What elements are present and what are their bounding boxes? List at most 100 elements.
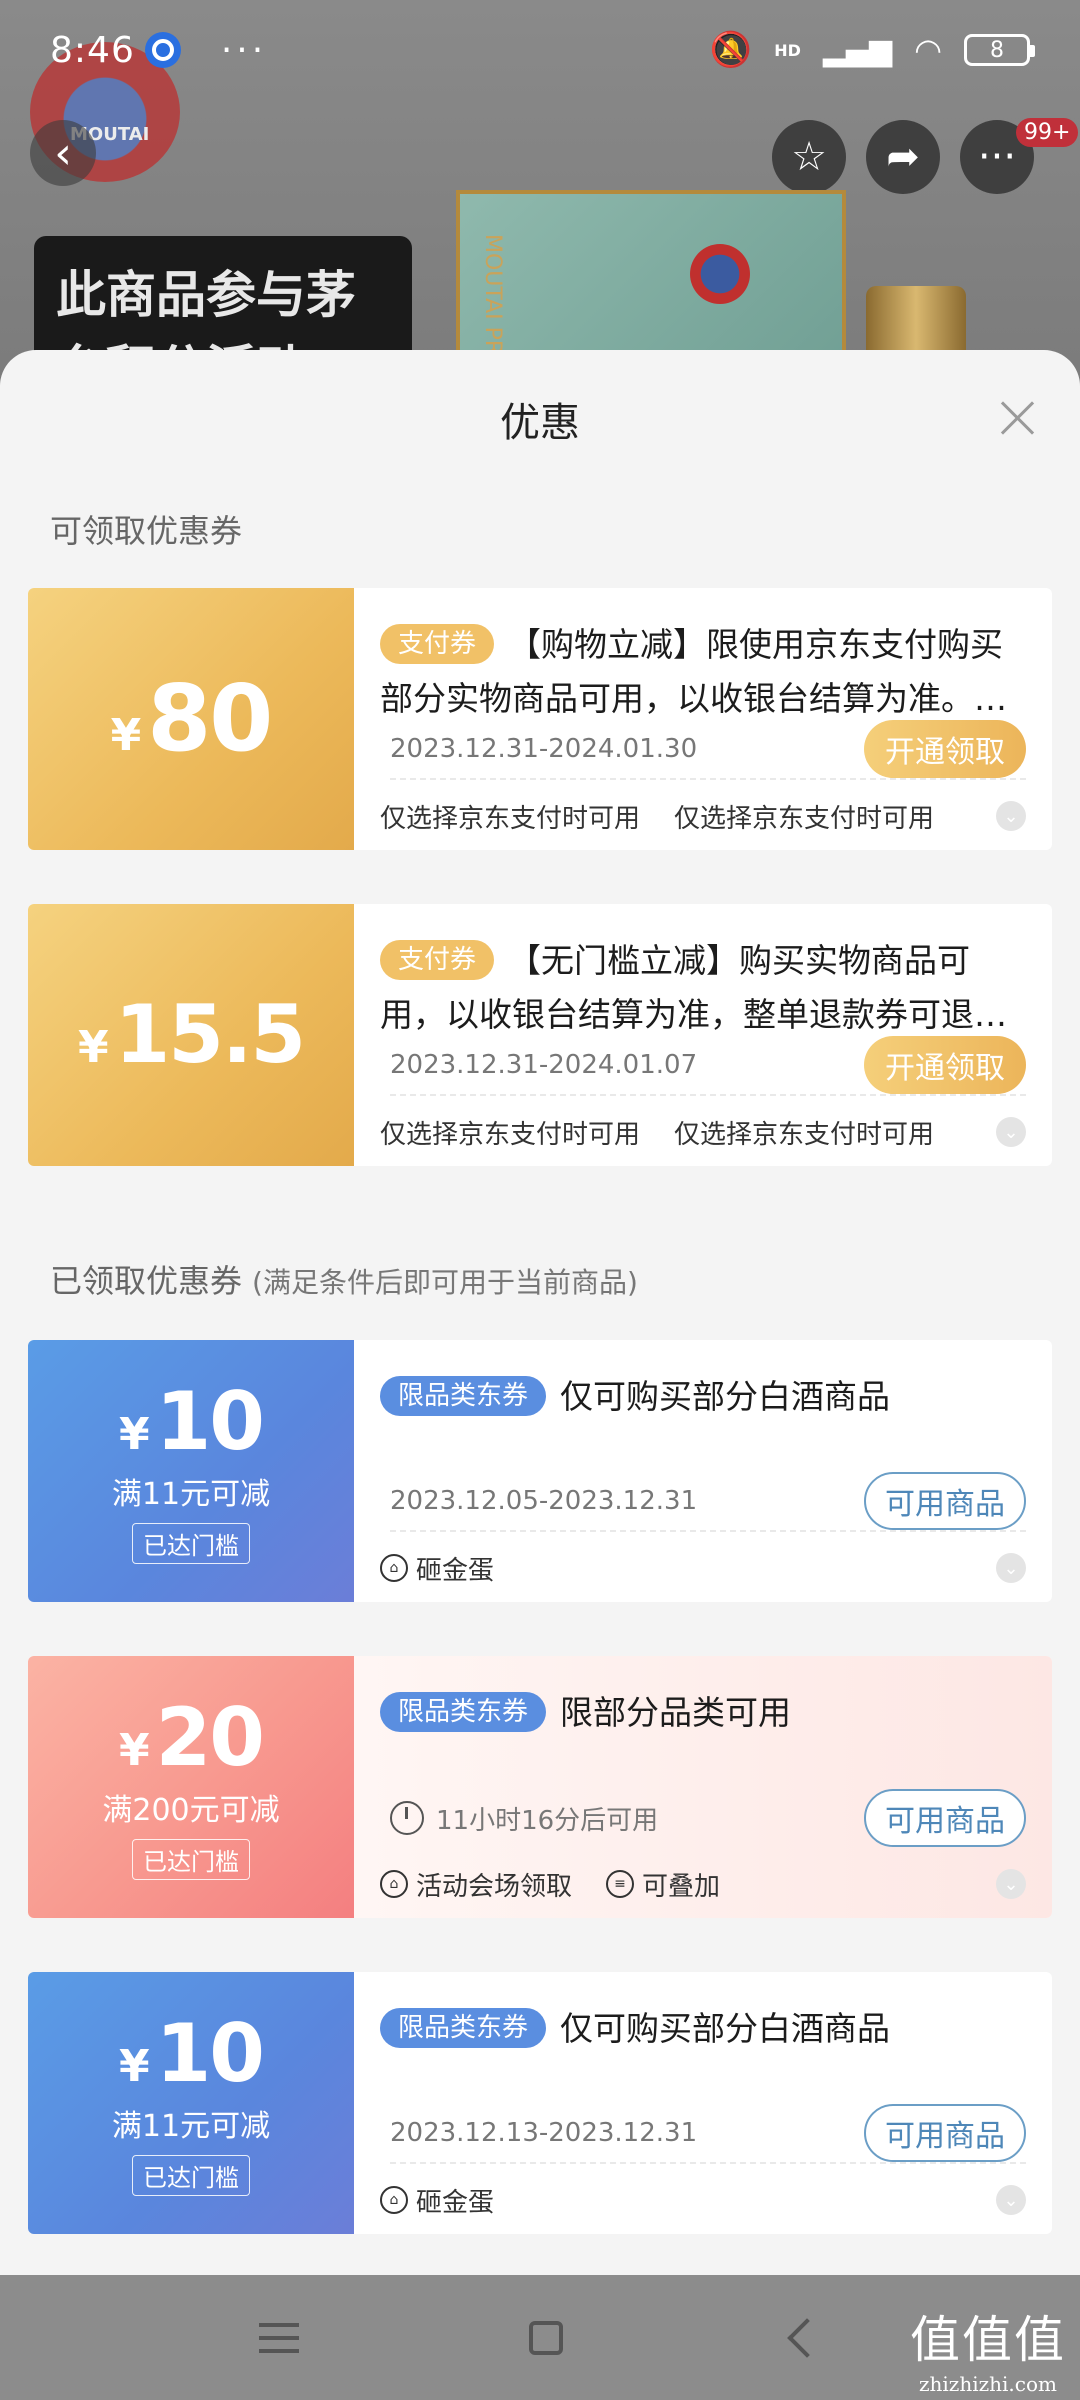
message-badge: 99+ [1016, 118, 1079, 147]
coupon-value-panel: ¥ 10 满11元可减 已达门槛 [28, 1972, 354, 2234]
coupon-description: 限品类东券 仅可购买部分白酒商品 [380, 2002, 1028, 2110]
countdown-text: 11小时16分后可用 [436, 1805, 659, 1836]
recent-apps-icon[interactable] [259, 2322, 299, 2353]
coupon-source-text: 砸金蛋 [416, 2187, 495, 2218]
coupon-footer: ⌂ 活动会场领取 ≡ 可叠加 ⌄ [380, 1864, 1026, 1904]
coupon-desc-text: 限部分品类可用 [560, 1693, 792, 1732]
coupon-amount: ¥ 10 [119, 1374, 265, 1468]
amount-value: 10 [155, 1374, 265, 1468]
amount-value: 20 [155, 1690, 265, 1784]
star-icon: ☆ [791, 134, 827, 180]
coupon-tag: 限品类东券 [380, 1376, 547, 1416]
coupon-date-row: 2023.12.13-2023.12.31 可用商品 [390, 2104, 1026, 2164]
coupon-condition-note: 仅选择京东支付时可用 [380, 1119, 641, 1150]
coupon-date: 2023.12.31-2024.01.07 [390, 1050, 698, 1080]
currency-symbol: ¥ [110, 710, 142, 761]
sheet-header: 优惠 [0, 350, 1080, 480]
chevron-down-icon[interactable]: ⌄ [996, 2185, 1026, 2215]
coupon-condition-note: 仅选择京东支付时可用 [674, 803, 935, 834]
coupon-amount: ¥ 80 [110, 669, 274, 769]
battery-level: 8 [990, 37, 1004, 63]
coupon-desc-text: 仅可购买部分白酒商品 [560, 1377, 891, 1416]
offers-sheet: 优惠 可领取优惠券 ¥ 80 支付券 【购物立减】限使用京东支付购买部分实物商品可… [0, 350, 1080, 2275]
bell-muted-icon: 🔕 [709, 30, 753, 70]
coupon-source: ⌂ 砸金蛋 [380, 2182, 494, 2219]
coupon-description: 支付券 【购物立减】限使用京东支付购买部分实物商品可用，以收银台结算为准。… [380, 618, 1028, 726]
chevron-left-icon: ‹ [54, 127, 72, 179]
coupon-detail: 限品类东券 仅可购买部分白酒商品 2023.12.13-2023.12.31 可用… [354, 1972, 1052, 2234]
coupon-description: 限品类东券 仅可购买部分白酒商品 [380, 1370, 1028, 1478]
coupon-condition-note: 仅选择京东支付时可用 [674, 1119, 935, 1150]
chevron-down-icon[interactable]: ⌄ [996, 801, 1026, 831]
coupon-amount: ¥ 10 [119, 2006, 265, 2100]
coupon-value-panel: ¥ 20 满200元可减 已达门槛 [28, 1656, 354, 1918]
coupon-detail: 限品类东券 限部分品类可用 11小时16分后可用 可用商品 ⌂ 活动会场领取 ≡ … [354, 1656, 1052, 1918]
amount-value: 10 [155, 2006, 265, 2100]
coupon-tag: 限品类东券 [380, 1692, 547, 1732]
product-emblem [690, 244, 750, 304]
coupon-source-icon: ⌂ [380, 1554, 408, 1582]
coupon-value-panel: ¥ 10 满11元可减 已达门槛 [28, 1340, 354, 1602]
coupon-source-text: 砸金蛋 [416, 1555, 495, 1586]
currency-symbol: ¥ [77, 1022, 109, 1073]
coupon-card: ¥ 10 满11元可减 已达门槛 限品类东券 仅可购买部分白酒商品 2023.12… [28, 1972, 1052, 2234]
share-icon: ➦ [886, 134, 920, 180]
coupon-source: ⌂ 活动会场领取 [380, 1866, 572, 1903]
signal-icon: ▂▄▆ [822, 32, 893, 68]
wifi-icon: ◠ [914, 31, 942, 69]
coupon-footer: ⌂ 砸金蛋 ⌄ [380, 1548, 1026, 1588]
coupon-card: ¥ 20 满200元可减 已达门槛 限品类东券 限部分品类可用 11小时16分后可… [28, 1656, 1052, 1918]
share-button[interactable]: ➦ [866, 120, 940, 194]
coupon-source-icon: ⌂ [380, 2186, 408, 2214]
claimed-section-note: (满足条件后即可用于当前商品) [252, 1266, 638, 1299]
sheet-title: 优惠 [500, 400, 580, 446]
coupon-date-row: 2023.12.31-2024.01.30 开通领取 [390, 720, 1026, 780]
status-bar: 8:46 ··· 🔕 HD ▂▄▆ ◠ 8 [0, 0, 1080, 100]
coupon-condition-note: 仅选择京东支付时可用 [380, 803, 641, 834]
applicable-products-button[interactable]: 可用商品 [864, 1789, 1026, 1847]
coupon-threshold: 满200元可减 [102, 1792, 280, 1828]
coupon-description: 支付券 【无门槛立减】购买实物商品可用，以收银台结算为准，整单退款券可退… [380, 934, 1028, 1042]
more-notifications-icon: ··· [220, 29, 268, 71]
coupon-card: ¥ 80 支付券 【购物立减】限使用京东支付购买部分实物商品可用，以收银台结算为准… [28, 588, 1052, 850]
home-icon[interactable] [529, 2320, 563, 2355]
currency-symbol: ¥ [119, 2040, 150, 2092]
applicable-products-button[interactable]: 可用商品 [864, 1472, 1026, 1530]
coupon-card: ¥ 10 满11元可减 已达门槛 限品类东券 仅可购买部分白酒商品 2023.12… [28, 1340, 1052, 1602]
coupon-date-row: 2023.12.05-2023.12.31 可用商品 [390, 1472, 1026, 1532]
chevron-down-icon[interactable]: ⌄ [996, 1117, 1026, 1147]
stack-icon: ≡ [606, 1870, 635, 1898]
coupon-threshold: 满11元可减 [111, 1476, 271, 1512]
coupon-tag: 支付券 [380, 624, 495, 664]
watermark: 值值值 zhizhizhi.com [910, 2300, 1066, 2396]
favorite-button[interactable]: ☆ [772, 120, 846, 194]
coupon-date-row: 2023.12.31-2024.01.07 开通领取 [390, 1036, 1026, 1096]
coupon-date: 2023.12.31-2024.01.30 [390, 734, 698, 764]
coupon-amount: ¥ 20 [119, 1690, 265, 1784]
available-section-title: 可领取优惠券 [50, 512, 243, 550]
claimed-section-title: 已领取优惠券 (满足条件后即可用于当前商品) [50, 1256, 638, 1302]
close-icon[interactable] [998, 398, 1038, 438]
coupon-detail: 限品类东券 仅可购买部分白酒商品 2023.12.05-2023.12.31 可用… [354, 1340, 1052, 1602]
currency-symbol: ¥ [119, 1724, 150, 1776]
coupon-date: 2023.12.05-2023.12.31 [390, 1486, 698, 1516]
back-icon[interactable] [787, 2317, 827, 2358]
chevron-down-icon[interactable]: ⌄ [996, 1553, 1026, 1583]
coupon-detail: 支付券 【无门槛立减】购买实物商品可用，以收银台结算为准，整单退款券可退… 202… [354, 904, 1052, 1166]
status-time: 8:46 [50, 29, 135, 71]
stackable-text: 可叠加 [642, 1871, 721, 1902]
watermark-url: zhizhizhi.com [918, 2372, 1057, 2396]
coupon-source-icon: ⌂ [380, 1870, 408, 1898]
clock-icon [390, 1801, 424, 1835]
coupon-source-text: 活动会场领取 [416, 1871, 573, 1902]
coupon-stackable: ≡ 可叠加 [606, 1866, 720, 1903]
coupon-tag: 限品类东券 [380, 2008, 547, 2048]
applicable-products-button[interactable]: 可用商品 [864, 2104, 1026, 2162]
activate-claim-button[interactable]: 开通领取 [864, 1036, 1026, 1094]
coupon-value-panel: ¥ 80 [28, 588, 354, 850]
coupon-detail: 支付券 【购物立减】限使用京东支付购买部分实物商品可用，以收银台结算为准。… 20… [354, 588, 1052, 850]
threshold-reached-badge: 已达门槛 [132, 1522, 250, 1564]
activate-claim-button[interactable]: 开通领取 [864, 720, 1026, 778]
back-button[interactable]: ‹ [30, 120, 96, 186]
chevron-down-icon[interactable]: ⌄ [996, 1869, 1026, 1899]
